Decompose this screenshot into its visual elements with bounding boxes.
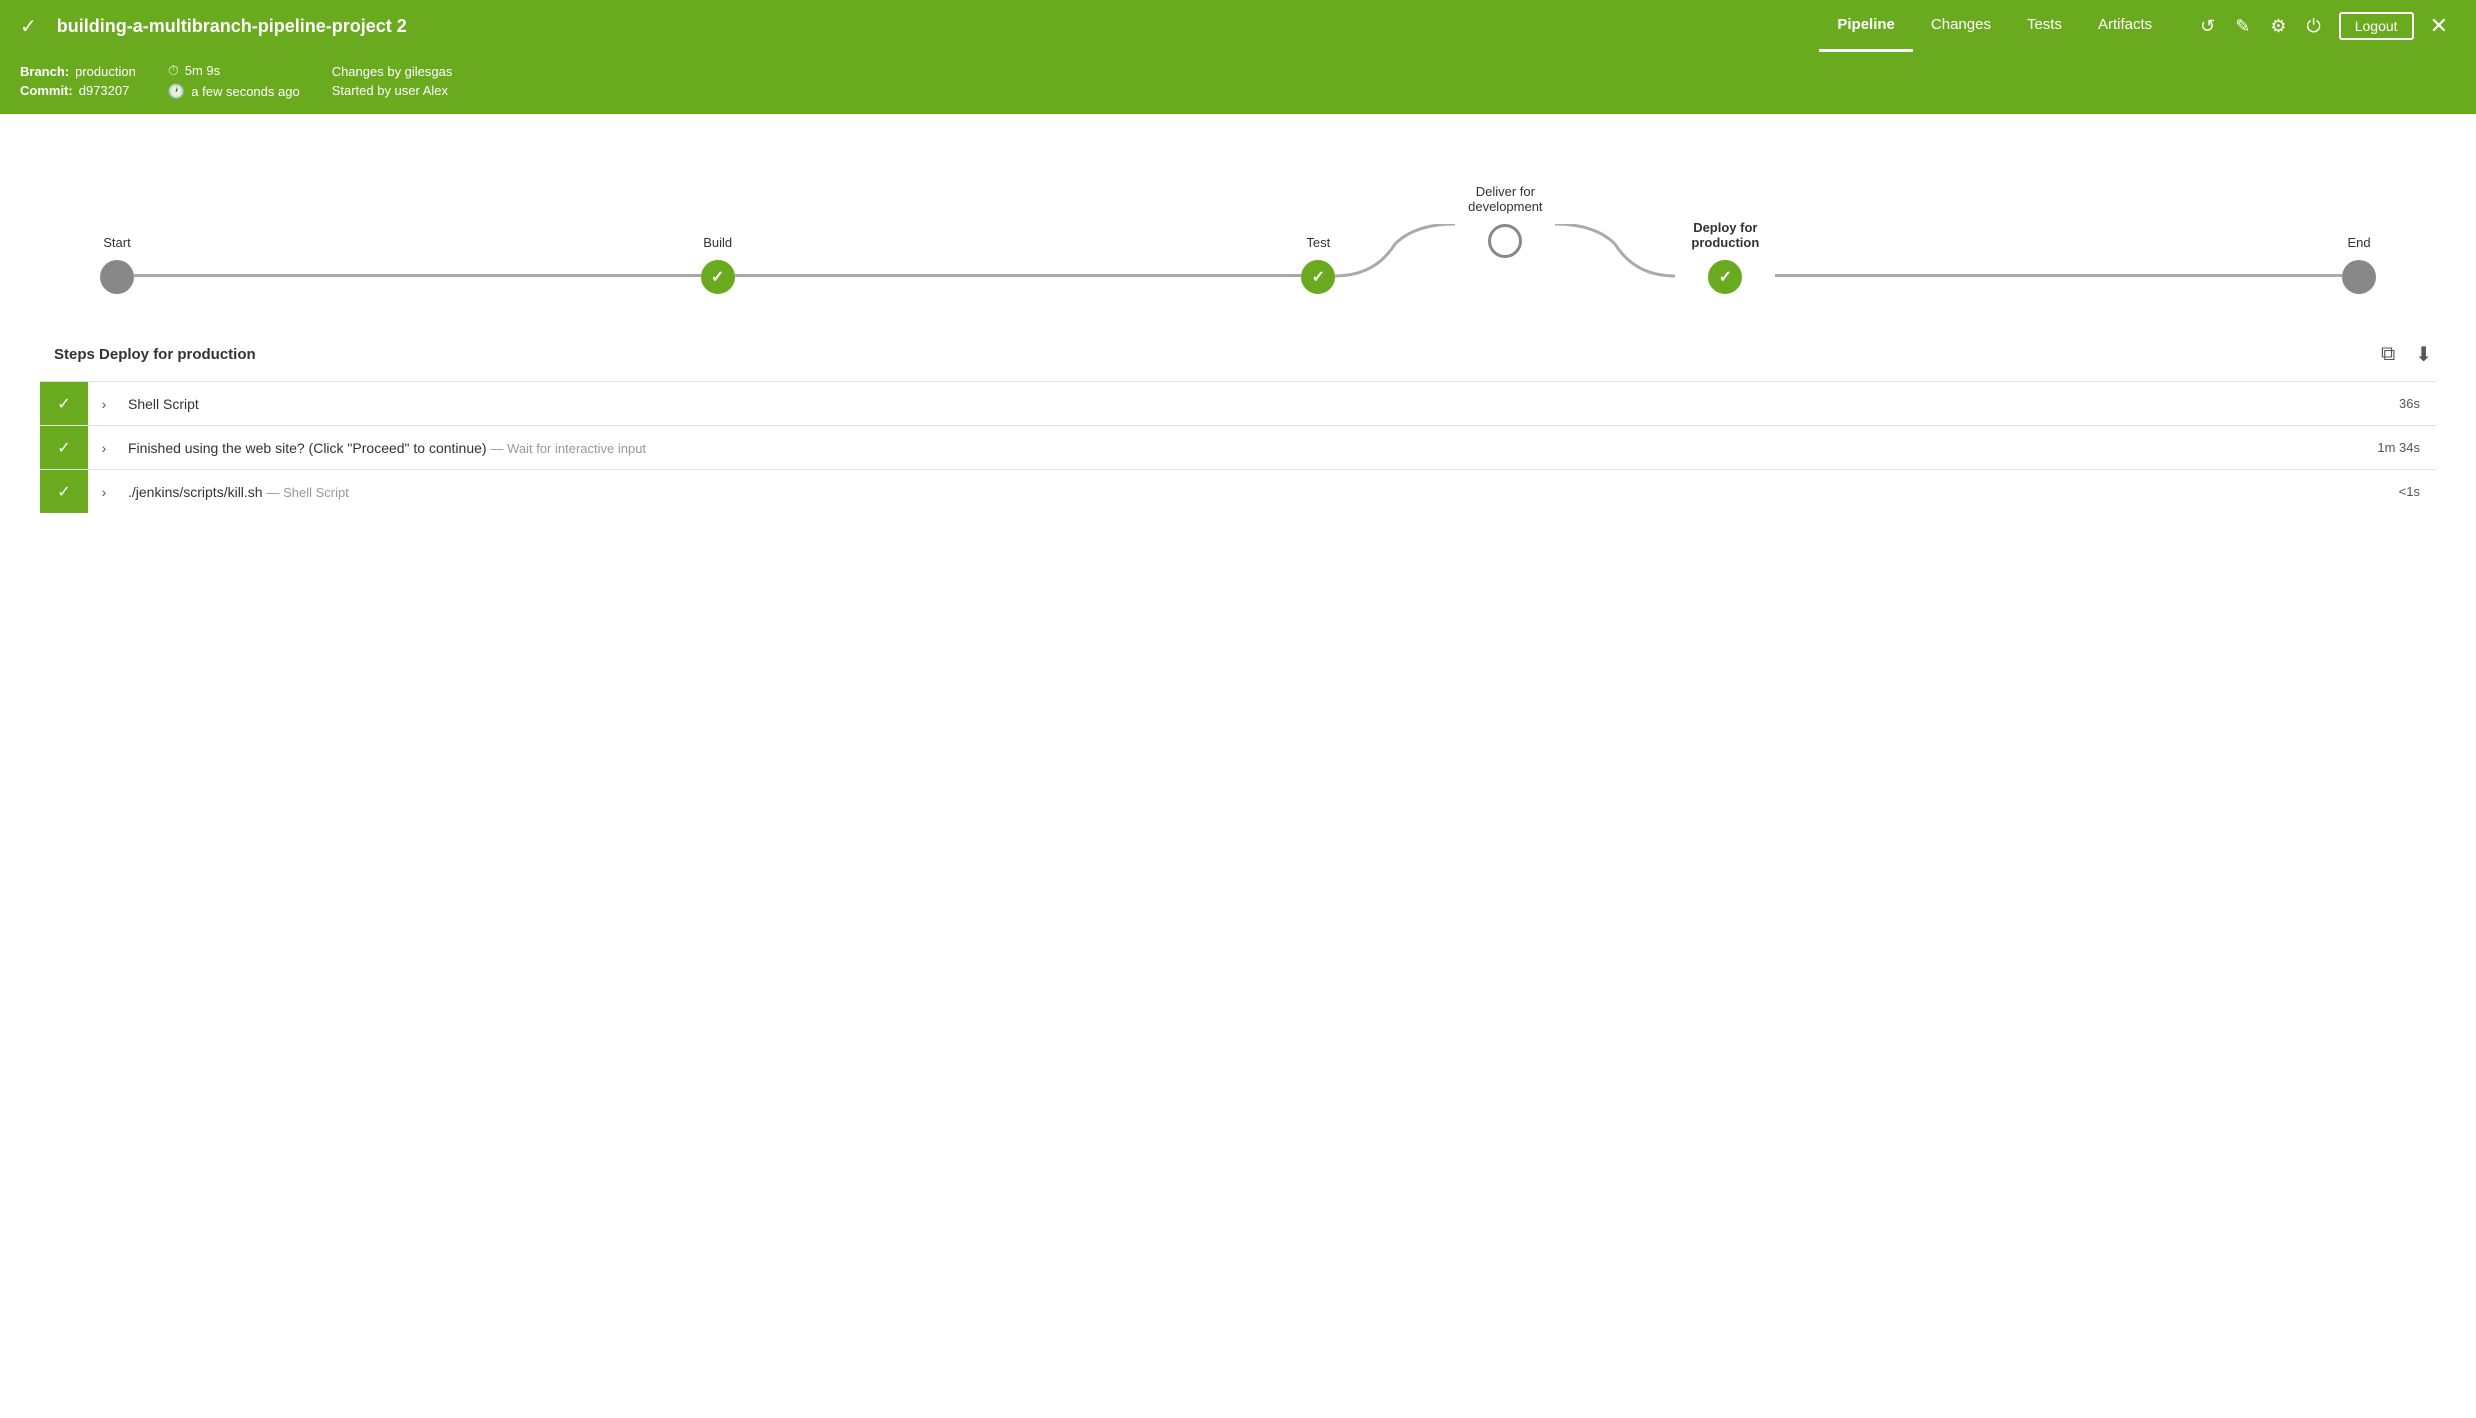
step3-sub-text: — Shell Script — [266, 485, 348, 500]
stage-test-circle: ✓ — [1301, 260, 1335, 294]
stage-deliver[interactable]: Deliver for development — [1455, 184, 1555, 258]
deploy-check-icon: ✓ — [1719, 267, 1732, 287]
line-build-test — [735, 274, 1302, 277]
changes-by-value: Changes by gilesgas — [332, 64, 453, 79]
time-col: ⏱ 5m 9s 🕐 a few seconds ago — [168, 62, 300, 100]
stage-build-label: Build — [703, 235, 732, 250]
step1-time: 36s — [2383, 384, 2436, 423]
test-check-icon: ✓ — [1312, 267, 1325, 287]
steps-section: Steps Deploy for production ⧉ ⬇ ✓ › Shel… — [0, 324, 2476, 553]
close-button[interactable]: ✕ — [2422, 9, 2456, 43]
header-meta: Branch: production Commit: d973207 ⏱ 5m … — [20, 52, 2456, 114]
nav-changes[interactable]: Changes — [1913, 0, 2009, 52]
line-start-build — [134, 274, 701, 277]
stage-deploy[interactable]: Deploy for production ✓ — [1675, 220, 1775, 294]
steps-title: Steps Deploy for production — [54, 346, 256, 363]
step3-name-text: ./jenkins/scripts/kill.sh — [128, 484, 263, 500]
stage-end-label: End — [2347, 235, 2370, 250]
header-icons: ↺ ✎ ⚙ ⏻ Logout ✕ — [2194, 9, 2456, 43]
commit-value: d973207 — [79, 83, 130, 98]
pipeline-curve-svg — [1335, 224, 1455, 294]
time-ago-value: a few seconds ago — [191, 84, 299, 99]
time-ago-row: 🕐 a few seconds ago — [168, 83, 300, 100]
changes-by-row: Changes by gilesgas — [332, 64, 453, 79]
download-button[interactable]: ⬇ — [2411, 338, 2436, 371]
step-row-2: ✓ › Finished using the web site? (Click … — [40, 425, 2436, 469]
duration-icon: ⏱ — [168, 62, 179, 79]
step3-status: ✓ — [40, 470, 88, 513]
nav-artifacts[interactable]: Artifacts — [2080, 0, 2170, 52]
clock-icon: 🕐 — [168, 83, 185, 100]
curve-section — [1335, 224, 1455, 294]
stage-build[interactable]: Build ✓ — [701, 235, 735, 294]
stage-test-label: Test — [1306, 235, 1330, 250]
commit-label: Commit: — [20, 83, 73, 98]
step1-name-text: Shell Script — [128, 396, 199, 412]
stage-end[interactable]: End — [2342, 235, 2376, 294]
step2-status: ✓ — [40, 426, 88, 469]
stage-end-circle — [2342, 260, 2376, 294]
step-row-3: ✓ › ./jenkins/scripts/kill.sh — Shell Sc… — [40, 469, 2436, 513]
stage-deploy-circle: ✓ — [1708, 260, 1742, 294]
step2-time: 1m 34s — [2361, 428, 2436, 467]
stage-start[interactable]: Start — [100, 235, 134, 294]
stage-test[interactable]: Test ✓ — [1301, 235, 1335, 294]
started-by-value: Started by user Alex — [332, 83, 448, 98]
step1-chevron-icon: › — [102, 396, 107, 412]
step2-check-icon: ✓ — [57, 438, 70, 458]
step3-chevron-icon: › — [102, 484, 107, 500]
step1-check-icon: ✓ — [57, 394, 70, 414]
step2-chevron-icon: › — [102, 440, 107, 456]
stage-start-circle — [100, 260, 134, 294]
step3-name: ./jenkins/scripts/kill.sh — Shell Script — [120, 472, 2383, 512]
main-nav: Pipeline Changes Tests Artifacts — [1819, 0, 2170, 52]
step3-check-icon: ✓ — [57, 482, 70, 502]
edit-button[interactable]: ✎ — [2229, 10, 2256, 43]
header-top: ✓ building-a-multibranch-pipeline-projec… — [20, 0, 2456, 52]
duration-value: 5m 9s — [185, 63, 220, 78]
stage-deploy-label: Deploy for production — [1675, 220, 1775, 250]
started-by-row: Started by user Alex — [332, 83, 453, 98]
step1-expand[interactable]: › — [88, 396, 120, 412]
branch-commit-col: Branch: production Commit: d973207 — [20, 64, 136, 98]
settings-button[interactable]: ⚙ — [2264, 10, 2292, 43]
step-row-1: ✓ › Shell Script 36s — [40, 381, 2436, 425]
line-deploy-end — [1775, 274, 2342, 277]
stage-deliver-label: Deliver for development — [1455, 184, 1555, 214]
step2-name-text: Finished using the web site? (Click "Pro… — [128, 440, 487, 456]
logout-button[interactable]: Logout — [2339, 12, 2414, 40]
duration-row: ⏱ 5m 9s — [168, 62, 300, 79]
commit-row: Commit: d973207 — [20, 83, 136, 98]
step3-time: <1s — [2383, 472, 2436, 511]
step3-expand[interactable]: › — [88, 484, 120, 500]
signout-button[interactable]: ⏻ — [2300, 10, 2326, 43]
header: ✓ building-a-multibranch-pipeline-projec… — [0, 0, 2476, 114]
build-check-icon: ✓ — [711, 267, 724, 287]
info-col: Changes by gilesgas Started by user Alex — [332, 64, 453, 98]
branch-row: Branch: production — [20, 64, 136, 79]
step2-sub-text: — Wait for interactive input — [490, 441, 646, 456]
pipeline-curve-svg-2 — [1555, 224, 1675, 294]
app-container: ✓ building-a-multibranch-pipeline-projec… — [0, 0, 2476, 553]
stage-start-label: Start — [103, 235, 130, 250]
branch-label: Branch: — [20, 64, 69, 79]
step2-expand[interactable]: › — [88, 440, 120, 456]
curve-section-2 — [1555, 224, 1675, 294]
nav-pipeline[interactable]: Pipeline — [1819, 0, 1913, 52]
pipeline-diagram: Start Build ✓ Test ✓ — [60, 154, 2416, 304]
step1-status: ✓ — [40, 382, 88, 425]
step1-name: Shell Script — [120, 384, 2383, 424]
steps-actions: ⧉ ⬇ — [2377, 338, 2436, 371]
reload-button[interactable]: ↺ — [2194, 10, 2221, 43]
step2-name: Finished using the web site? (Click "Pro… — [120, 428, 2361, 468]
page-title: building-a-multibranch-pipeline-project … — [57, 16, 407, 37]
branch-value: production — [75, 64, 136, 79]
pipeline-area: Start Build ✓ Test ✓ — [0, 114, 2476, 324]
stage-deliver-circle — [1488, 224, 1522, 258]
steps-header: Steps Deploy for production ⧉ ⬇ — [40, 324, 2436, 381]
nav-tests[interactable]: Tests — [2009, 0, 2080, 52]
status-check-icon: ✓ — [20, 14, 37, 39]
open-external-button[interactable]: ⧉ — [2377, 339, 2399, 370]
stage-build-circle: ✓ — [701, 260, 735, 294]
